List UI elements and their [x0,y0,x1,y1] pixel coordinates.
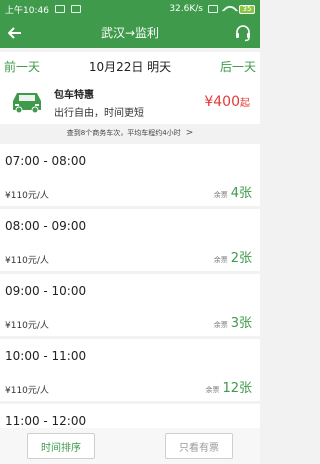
battery-icon: 35 [239,4,255,14]
trip-time: 10:00 - 11:00 [5,349,87,363]
trip-fare: ¥110元/人 [5,256,49,266]
vibrate-icon [208,5,218,13]
remaining-label: 余票 [205,386,220,394]
next-day-button[interactable]: 后一天 [220,58,256,75]
trip-fare: ¥110元/人 [5,321,49,331]
charter-title: 包车特惠 [54,89,94,101]
sort-by-time-button[interactable]: 时间排序 [27,433,95,459]
chevron-right-icon: > [185,128,194,138]
charter-price: ¥400起 [204,94,250,110]
remaining-count: 2张 [230,251,252,266]
current-date[interactable]: 10月22日 明天 [89,58,171,75]
prev-day-button[interactable]: 前一天 [4,58,40,75]
remaining-label: 余票 [213,321,228,329]
remaining-count: 12张 [222,381,252,396]
trip-remaining: 余票 2张 [214,247,252,266]
route-title: 武汉→监利 [100,26,160,40]
charter-price-suffix: 起 [240,98,250,109]
charter-price-value: ¥400 [204,94,240,110]
charter-offer[interactable]: 包车特惠 出行自由，时间更短 ¥400起 [0,80,260,124]
trip-remaining: 余票 4张 [214,182,252,201]
trip-card[interactable]: 10:00 - 11:00 ¥110元/人 余票 12张 [0,339,260,401]
customer-service-button[interactable] [234,24,252,42]
wifi-icon [223,5,234,13]
remaining-count: 4张 [230,186,252,201]
trip-card[interactable]: 08:00 - 09:00 ¥110元/人 余票 2张 [0,209,260,271]
trip-time: 07:00 - 08:00 [5,154,87,168]
trip-remaining: 余票 12张 [205,377,252,396]
sim-icon [54,5,65,13]
app-header: 武汉→监利 [0,18,260,48]
trip-card[interactable]: 09:00 - 10:00 ¥110元/人 余票 3张 [0,274,260,336]
bottom-toolbar: 时间排序 只看有票 [0,428,260,464]
trip-time: 08:00 - 09:00 [5,219,87,233]
battery-level: 35 [242,5,252,13]
trip-remaining: 余票 3张 [214,312,252,331]
car-icon [0,80,54,124]
trip-fare: ¥110元/人 [5,191,49,201]
signal-icon [70,5,81,13]
back-button[interactable] [0,18,30,48]
trip-summary-notice[interactable]: 查到8个商务车次，平均车程约4小时 > [0,124,260,142]
date-bar: 前一天 10月22日 明天 后一天 [0,52,260,80]
trip-time: 09:00 - 10:00 [5,284,87,298]
trip-list: 07:00 - 08:00 ¥110元/人 余票 4张 08:00 - 09:00… [0,144,260,464]
status-time: 上午10:46 [5,5,49,16]
trip-summary-text: 查到8个商务车次，平均车程约4小时 [66,129,181,137]
trip-fare: ¥110元/人 [5,386,49,396]
only-available-button[interactable]: 只看有票 [165,433,233,459]
network-speed: 32.6K/s [169,4,203,14]
charter-subtitle: 出行自由，时间更短 [54,107,144,119]
remaining-label: 余票 [213,191,228,199]
trip-card[interactable]: 07:00 - 08:00 ¥110元/人 余票 4张 [0,144,260,206]
status-bar: 上午10:46 32.6K/s 35 [0,0,260,18]
remaining-label: 余票 [213,256,228,264]
trip-time: 11:00 - 12:00 [5,414,87,428]
headset-icon [236,25,250,42]
arrow-left-icon [8,27,21,39]
remaining-count: 3张 [230,316,252,331]
